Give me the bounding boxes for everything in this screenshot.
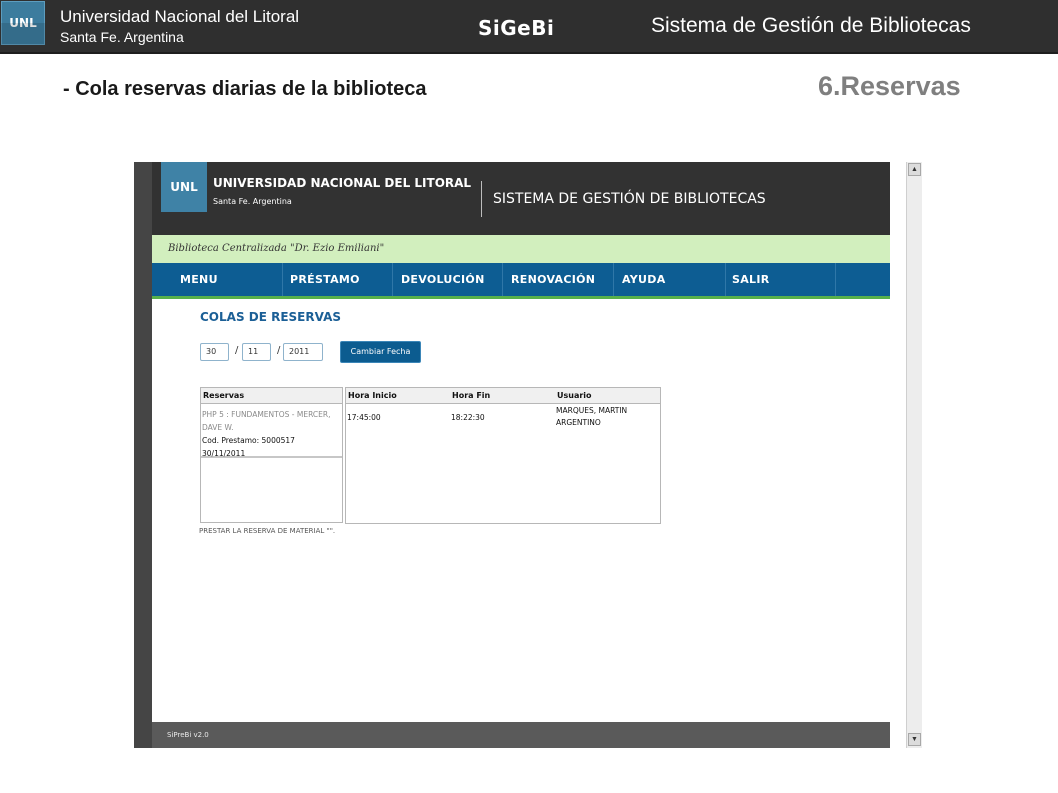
app-university-city: Santa Fe. Argentina: [213, 197, 292, 206]
app-footer: SiPreBi v2.0: [152, 722, 890, 748]
year-input[interactable]: 2011: [283, 343, 323, 361]
app-screenshot: UNL UNIVERSIDAD NACIONAL DEL LITORAL San…: [134, 162, 922, 748]
change-date-button[interactable]: Cambiar Fecha: [340, 341, 421, 363]
university-city: Santa Fe. Argentina: [60, 29, 184, 45]
app-name: SiGeBi: [478, 16, 555, 40]
nav-renovacion[interactable]: RENOVACIÓN: [511, 263, 595, 296]
header-divider: [481, 181, 482, 217]
nav-salir[interactable]: SALIR: [732, 263, 770, 296]
scroll-down-icon[interactable]: ▼: [908, 733, 921, 746]
system-name: Sistema de Gestión de Bibliotecas: [651, 14, 971, 37]
reservation-book: PHP 5 : FUNDAMENTOS - MERCER, DAVE W.: [202, 410, 331, 432]
page-gutter: [890, 162, 906, 748]
nav-separator: [502, 263, 503, 296]
scroll-up-icon[interactable]: ▲: [908, 163, 921, 176]
nav-devolucion[interactable]: DEVOLUCIÓN: [401, 263, 485, 296]
main-nav: MENU PRÉSTAMO DEVOLUCIÓN RENOVACIÓN AYUD…: [152, 263, 890, 299]
reservation-date: 30/11/2011: [202, 449, 246, 458]
slide-subtitle: - Cola reservas diarias de la biblioteca: [63, 78, 427, 100]
reservation-code: Cod. Prestamo: 5000517: [202, 436, 295, 445]
nav-separator: [282, 263, 283, 296]
reservations-header: Reservas: [201, 388, 342, 404]
row-start-time: 17:45:00: [347, 413, 381, 422]
app-university-name: UNIVERSIDAD NACIONAL DEL LITORAL: [213, 176, 472, 190]
app-unl-logo: UNL: [161, 162, 207, 212]
vertical-scrollbar[interactable]: ▲ ▼: [906, 162, 922, 748]
reservation-detail-table: Hora Inicio Hora Fin Usuario 17:45:00 18…: [345, 387, 661, 524]
row-user: MARQUES, MARTIN ARGENTINO: [556, 406, 628, 427]
col-hora-inicio: Hora Inicio: [348, 391, 397, 400]
slide-header: UNL Universidad Nacional del Litoral San…: [0, 0, 1058, 54]
lend-reservation-link[interactable]: PRESTAR LA RESERVA DE MATERIAL "".: [199, 527, 335, 535]
nav-menu[interactable]: MENU: [180, 263, 218, 296]
university-name: Universidad Nacional del Litoral: [60, 7, 300, 26]
date-separator: /: [277, 345, 281, 356]
browser-left-strip: [134, 162, 152, 748]
footer-version: SiPreBi v2.0: [167, 731, 209, 739]
unl-logo-text: UNL: [9, 16, 37, 30]
library-bar: Biblioteca Centralizada "Dr. Ezio Emilia…: [152, 235, 890, 263]
date-separator: /: [235, 345, 239, 356]
app-header: UNL UNIVERSIDAD NACIONAL DEL LITORAL San…: [152, 162, 890, 235]
nav-ayuda[interactable]: AYUDA: [622, 263, 666, 296]
library-name: Biblioteca Centralizada "Dr. Ezio Emilia…: [168, 243, 385, 254]
nav-separator: [392, 263, 393, 296]
reservation-item[interactable]: PHP 5 : FUNDAMENTOS - MERCER, DAVE W. Co…: [201, 404, 342, 458]
row-end-time: 18:22:30: [451, 413, 485, 422]
nav-separator: [835, 263, 836, 296]
nav-separator: [725, 263, 726, 296]
nav-separator: [613, 263, 614, 296]
month-input[interactable]: 11: [242, 343, 271, 361]
slide-section-title: 6.Reservas: [818, 71, 961, 101]
reservations-panel: Reservas PHP 5 : FUNDAMENTOS - MERCER, D…: [200, 387, 343, 523]
app-system-name: SISTEMA DE GESTIÓN DE BIBLIOTECAS: [493, 191, 766, 207]
app-page: UNL UNIVERSIDAD NACIONAL DEL LITORAL San…: [152, 162, 890, 748]
nav-prestamo[interactable]: PRÉSTAMO: [290, 263, 360, 296]
day-input[interactable]: 30: [200, 343, 229, 361]
unl-logo: UNL: [1, 1, 45, 45]
app-logo-text: UNL: [170, 180, 198, 194]
col-usuario: Usuario: [557, 391, 592, 400]
page-title: COLAS DE RESERVAS: [200, 310, 342, 324]
detail-table-header: Hora Inicio Hora Fin Usuario: [346, 388, 660, 404]
col-hora-fin: Hora Fin: [452, 391, 491, 400]
